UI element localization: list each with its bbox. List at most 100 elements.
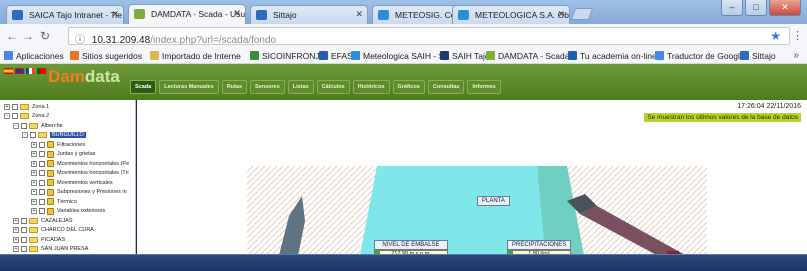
bookmark-meteologica-saih[interactable]: Meteologica SAIH - S: [351, 51, 444, 61]
maximize-icon[interactable]: □: [745, 0, 767, 16]
nav-calculos[interactable]: Cálculos: [316, 80, 350, 94]
expand-icon[interactable]: +: [31, 179, 37, 186]
bookmark-label: DAMDATA - Scada -: [498, 51, 575, 61]
browser-window: SAICA Tajo Intranet - Tie ✕ DAMDATA - Sc…: [0, 0, 807, 271]
expand-icon[interactable]: +: [4, 103, 10, 110]
bookmark-damdata[interactable]: DAMDATA - Scada -: [486, 51, 575, 61]
tree-checkbox[interactable]: [39, 189, 45, 195]
tree-node[interactable]: + SAN JUAN PRESA: [13, 245, 88, 254]
nav-historicos[interactable]: Históricos: [352, 80, 390, 94]
expand-icon[interactable]: +: [31, 160, 37, 167]
tab-damdata[interactable]: DAMDATA - Scada - Usu ✕: [128, 4, 246, 24]
nav-sensores[interactable]: Sensores: [250, 80, 285, 94]
tree-node[interactable]: + Térmico: [31, 197, 77, 206]
sensor-group-icon: [47, 141, 54, 148]
flag-uk-icon[interactable]: [15, 68, 24, 74]
tree-node[interactable]: + Subpresiones y Presiones in: [31, 188, 127, 197]
bookmarks-overflow-icon[interactable]: »: [793, 50, 799, 61]
tab-close-icon[interactable]: ✕: [355, 9, 363, 20]
tree-checkbox[interactable]: [39, 198, 45, 205]
tree-node[interactable]: + Variables exteriores: [31, 207, 105, 216]
nav-informes[interactable]: Informes: [467, 80, 501, 94]
forward-arrow-icon[interactable]: →: [22, 29, 34, 43]
tree-checkbox[interactable]: [39, 170, 45, 176]
expand-icon[interactable]: +: [13, 227, 19, 233]
new-tab-button[interactable]: [570, 8, 594, 20]
collapse-icon[interactable]: -: [4, 113, 10, 119]
tree-node[interactable]: - BURGUILLO: [22, 131, 86, 140]
tree-node[interactable]: + CHARCO DEL CURA: [13, 226, 94, 235]
nav-scada[interactable]: Scada: [130, 80, 157, 94]
tree-node[interactable]: + Filtraciones: [31, 140, 85, 149]
tree-checkbox[interactable]: [12, 113, 18, 119]
expand-icon[interactable]: +: [31, 151, 37, 157]
planta-label[interactable]: PLANTA: [477, 196, 510, 206]
tree-checkbox[interactable]: [21, 217, 27, 224]
bookmark-saih-tajo[interactable]: SAIH Tajo: [440, 51, 490, 61]
flag-spain-icon[interactable]: [4, 68, 13, 74]
site-info-icon[interactable]: ⓘ: [75, 35, 85, 46]
nav-rutas[interactable]: Rutas: [221, 80, 248, 94]
tab-close-icon[interactable]: ✕: [233, 8, 241, 19]
nav-listas[interactable]: Listas: [287, 80, 314, 94]
tree-node[interactable]: + Zona 1: [4, 102, 49, 111]
expand-icon[interactable]: +: [13, 217, 19, 224]
address-bar[interactable]: ⓘ 10.31.209.48/index.php?url=/scada/fond…: [68, 27, 790, 46]
tree-checkbox[interactable]: [12, 103, 18, 110]
back-arrow-icon[interactable]: ←: [6, 29, 18, 43]
tab-saica[interactable]: SAICA Tajo Intranet - Tie ✕: [6, 5, 124, 24]
expand-icon[interactable]: +: [31, 198, 37, 205]
main-nav: Scada Lecturas Manuales Rutas Sensores L…: [130, 80, 501, 94]
tree-checkbox[interactable]: [39, 208, 45, 214]
tree-checkbox[interactable]: [21, 246, 27, 252]
flag-portugal-icon[interactable]: [37, 68, 46, 74]
tree-checkbox[interactable]: [21, 122, 27, 129]
tab-meteologica[interactable]: METEOLOGICA S.A. Obs ✕: [452, 5, 570, 24]
close-window-icon[interactable]: ✕: [769, 0, 801, 16]
tab-sittajo[interactable]: Sittajo ✕: [250, 5, 368, 24]
expand-icon[interactable]: +: [31, 170, 37, 176]
bookmark-importado[interactable]: Importado de Interne: [150, 51, 241, 61]
bookmark-efas[interactable]: EFAS: [319, 51, 353, 61]
datetime-display: 17:26:04 22/11/2016: [737, 103, 801, 110]
tree-node[interactable]: + PICADAS: [13, 235, 65, 244]
expand-icon[interactable]: +: [31, 189, 37, 195]
reload-icon[interactable]: ↻: [40, 29, 50, 43]
tree-node[interactable]: - Alberche: [13, 121, 63, 130]
collapse-icon[interactable]: -: [22, 132, 28, 138]
bookmark-traductor[interactable]: Traductor de Google: [655, 51, 745, 61]
tree-checkbox[interactable]: [21, 236, 27, 243]
nav-consultas[interactable]: Consultas: [427, 80, 465, 94]
bookmark-aplicaciones[interactable]: Aplicaciones: [4, 51, 64, 61]
tree-node[interactable]: + Movimientos horizontales (Tri: [31, 169, 129, 178]
bookmark-tu-academia[interactable]: Tu academia on-line |: [568, 51, 661, 61]
tab-close-icon[interactable]: ✕: [557, 9, 565, 20]
collapse-icon[interactable]: -: [13, 122, 19, 129]
bookmark-sicoinfronjo[interactable]: SICOINFRONJO: [250, 51, 326, 61]
expand-icon[interactable]: +: [13, 236, 19, 243]
tree-checkbox[interactable]: [39, 160, 45, 167]
tree-checkbox[interactable]: [30, 132, 36, 138]
tree-node[interactable]: - Zona 2: [4, 112, 49, 121]
tree-node[interactable]: + Juntas y grietas: [31, 150, 96, 159]
tree-node[interactable]: + Movimientos horizontales (Pe: [31, 159, 129, 168]
tree-node[interactable]: + CAZALEJAS: [13, 216, 72, 225]
tab-close-icon[interactable]: ✕: [111, 9, 119, 20]
tree-checkbox[interactable]: [21, 227, 27, 233]
tree-checkbox[interactable]: [39, 151, 45, 157]
browser-menu-icon[interactable]: ⋮: [792, 29, 803, 42]
folder-icon: [150, 51, 159, 60]
bookmark-star-icon[interactable]: ★: [770, 29, 781, 43]
expand-icon[interactable]: +: [31, 141, 37, 148]
flag-france-icon[interactable]: [26, 68, 35, 74]
tree-checkbox[interactable]: [39, 141, 45, 148]
expand-icon[interactable]: +: [31, 208, 37, 214]
nav-graficos[interactable]: Gráficos: [392, 80, 425, 94]
bookmark-sitios-sugeridos[interactable]: Sitios sugeridos: [70, 51, 142, 61]
tree-checkbox[interactable]: [39, 179, 45, 186]
minimize-icon[interactable]: –: [721, 0, 743, 16]
nav-lecturas-manuales[interactable]: Lecturas Manuales: [159, 80, 219, 94]
expand-icon[interactable]: +: [13, 246, 19, 252]
tree-node[interactable]: + Movimientos verticales: [31, 178, 113, 187]
bookmark-sittajo[interactable]: Sittajo: [740, 51, 776, 61]
